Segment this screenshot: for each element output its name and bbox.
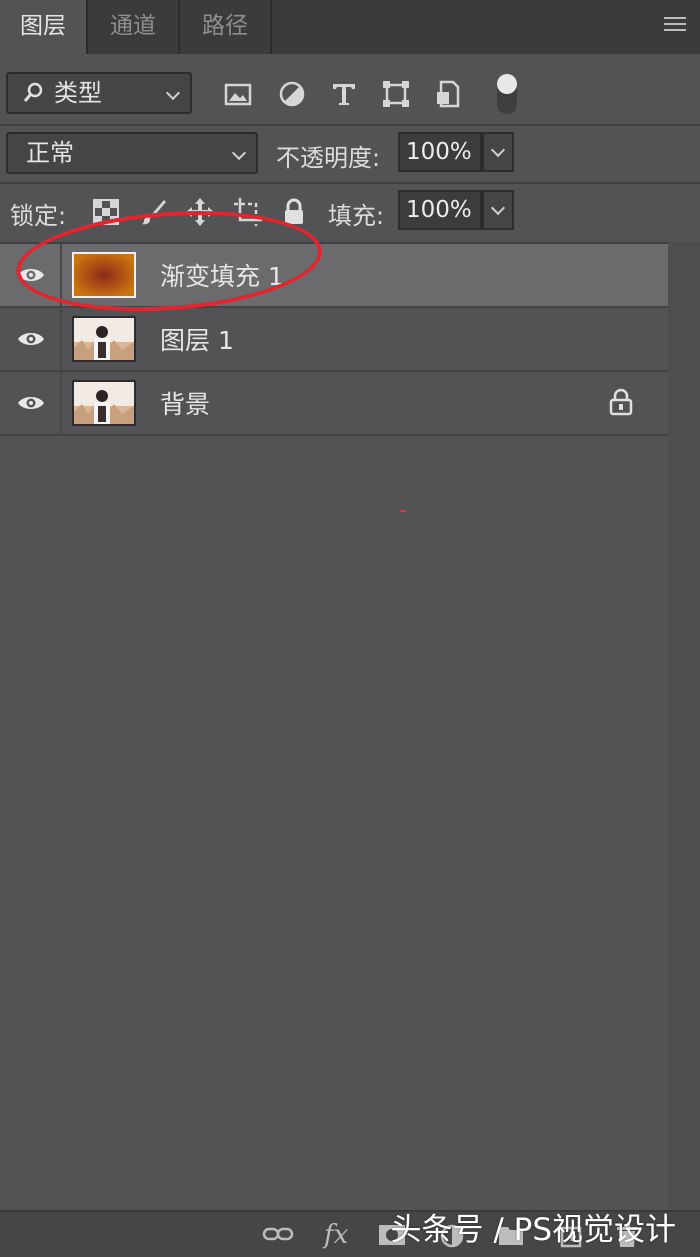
type-filter-icon[interactable] [328,78,360,110]
layer-row-background[interactable]: 背景 [0,372,668,434]
blend-mode-dropdown[interactable]: 正常 [6,132,258,174]
photo-thumbnail[interactable] [72,316,136,362]
layer-name[interactable]: 背景 [160,385,210,421]
tab-channels[interactable]: 通道 [88,0,178,54]
layer-row-layer-1[interactable]: 图层 1 [0,308,668,370]
blend-mode-label: 正常 [26,139,74,167]
fill-dropdown-button[interactable] [482,190,514,230]
visibility-toggle[interactable] [0,308,62,370]
opacity-dropdown-button[interactable] [482,132,514,172]
panel-tab-bar: 图层 通道 路径 [0,0,700,54]
link-layers-icon[interactable] [262,1224,294,1250]
stray-mark [400,510,406,512]
chevron-down-icon [231,145,247,161]
layer-style-fx-icon[interactable]: fx [324,1220,348,1250]
layer-name[interactable]: 图层 1 [160,321,234,357]
lock-label: 锁定: [10,202,67,230]
photo-thumbnail[interactable] [72,380,136,426]
filter-toggle-icon[interactable] [494,72,520,116]
fill-input[interactable]: 100% [398,190,482,230]
tab-divider [270,0,272,54]
eye-icon [17,394,45,416]
chevron-down-icon [165,85,181,101]
opacity-label: 不透明度: [276,144,381,172]
tab-layers[interactable]: 图层 [0,0,86,54]
layer-lock-icon [608,388,634,420]
filter-kind-dropdown[interactable]: 类型 [6,72,192,114]
adjustment-filter-icon[interactable] [276,78,308,110]
shape-filter-icon[interactable] [380,78,412,110]
eye-icon [17,330,45,352]
tab-paths[interactable]: 路径 [180,0,270,54]
filter-row: 类型 [0,54,700,124]
layers-scrollbar[interactable] [668,242,700,1210]
divider [0,434,668,436]
chevron-down-icon [490,142,506,158]
smart-object-filter-icon[interactable] [432,78,464,110]
image-filter-icon[interactable] [222,78,254,110]
search-icon [22,82,44,110]
opacity-input[interactable]: 100% [398,132,482,172]
filter-kind-label: 类型 [54,79,102,107]
fill-label: 填充: [328,202,385,230]
blend-row: 正常 不透明度: 100% [0,126,700,182]
watermark-text: 头条号 / PS视觉设计 [390,1212,676,1248]
panel-menu-icon[interactable] [664,17,686,35]
chevron-down-icon [490,200,506,216]
visibility-toggle[interactable] [0,372,62,434]
